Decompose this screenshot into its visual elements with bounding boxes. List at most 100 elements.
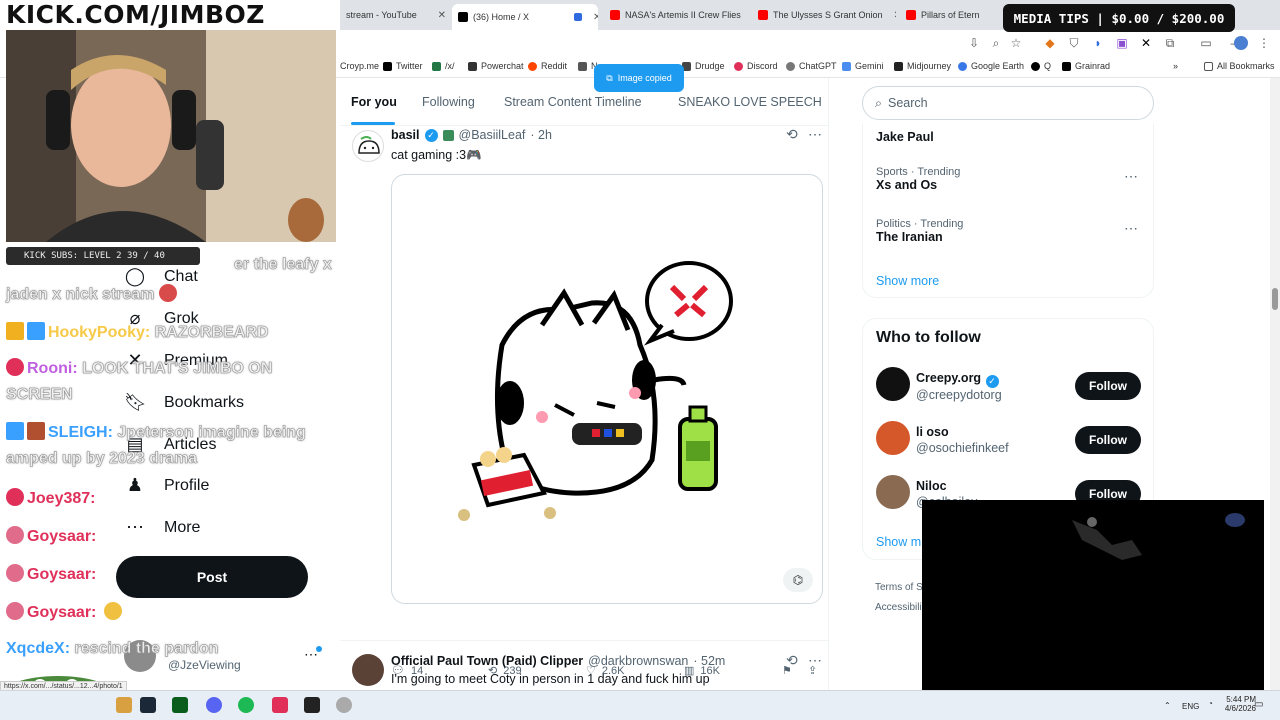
language-indicator[interactable]: ENG xyxy=(1182,702,1199,711)
avatar[interactable] xyxy=(876,421,910,455)
discord-icon[interactable] xyxy=(206,697,222,713)
browser-tab[interactable]: stream - YouTube ✕ xyxy=(340,4,452,26)
metamask-icon[interactable]: ◆ xyxy=(1042,35,1058,51)
bookmark[interactable]: Powerchat xyxy=(468,61,524,71)
grok-icon[interactable]: ⟲ xyxy=(786,126,798,143)
fourchan-icon xyxy=(432,61,441,71)
close-icon[interactable]: ✕ xyxy=(587,12,598,23)
chat-message: er the leafy x xyxy=(234,256,332,274)
notifications-icon[interactable]: ▭ xyxy=(1254,699,1263,710)
spotify-icon[interactable] xyxy=(238,697,254,713)
profile-avatar[interactable] xyxy=(1234,36,1248,50)
nav-profile[interactable]: ♟ Profile xyxy=(124,475,209,496)
author-handle[interactable]: @darkbrownswan xyxy=(588,654,688,668)
terminal-icon[interactable] xyxy=(172,697,188,713)
shield-icon[interactable]: ⛉ xyxy=(1066,35,1082,51)
tweet-time[interactable]: · 52m xyxy=(693,654,725,668)
tweet[interactable]: basil ✓ @BasiilLeaf · 2h ⟲ ⋯ cat gaming … xyxy=(340,126,828,677)
install-icon[interactable]: ⇩ xyxy=(966,35,982,51)
tab-sneako-love-speech[interactable]: SNEAKO LOVE SPEECH xyxy=(678,95,822,109)
more-bookmarks-icon[interactable]: » xyxy=(1173,61,1178,71)
bookmark[interactable]: Twitter xyxy=(383,61,423,71)
avatar[interactable] xyxy=(352,654,384,686)
follow-button[interactable]: Follow xyxy=(1075,426,1141,454)
tab-following[interactable]: Following xyxy=(422,95,475,109)
wifi-icon[interactable]: ◔ xyxy=(1208,699,1213,708)
bookmark[interactable]: Grainrad xyxy=(1062,61,1110,71)
bookmark[interactable]: Q xyxy=(1031,61,1051,71)
accessibility-link[interactable]: Accessibili xyxy=(875,602,922,613)
more-icon[interactable]: ⋯ xyxy=(808,652,822,669)
extension-icon[interactable]: ▣ xyxy=(1114,35,1130,51)
star-icon[interactable]: ☆ xyxy=(1008,35,1024,51)
clock[interactable]: 5:44 PM 4/6/2026 xyxy=(1222,695,1256,713)
nav-more[interactable]: ⋯ More xyxy=(124,517,200,538)
bookmark[interactable]: Reddit xyxy=(528,61,567,71)
avatar[interactable] xyxy=(876,475,910,509)
tweet-time[interactable]: · 2h xyxy=(530,128,552,142)
suggestion-name[interactable]: li oso xyxy=(916,425,949,439)
alt-text-icon[interactable]: ⌬ xyxy=(783,568,813,592)
bookmark[interactable]: Gemini xyxy=(842,61,884,71)
trend-item[interactable]: Sports · Trending Xs and Os xyxy=(876,166,960,192)
browser-tab[interactable]: NASA's Artemis II Crew Flies ✕ xyxy=(604,4,750,26)
profile-icon: ♟ xyxy=(126,475,144,495)
verified-badge-icon: ✓ xyxy=(985,375,999,388)
follow-button[interactable]: Follow xyxy=(1075,372,1141,400)
zoom-icon[interactable]: ⌕ xyxy=(988,35,1004,51)
puzzle-icon[interactable]: ⧉ xyxy=(1162,35,1178,51)
show-more-link[interactable]: Show m xyxy=(876,535,921,549)
trend-more-icon[interactable]: ⋯ xyxy=(1124,220,1139,237)
chat-message: amped up by 2023 drama xyxy=(6,450,198,468)
browser-tab[interactable]: Pillars of Etern xyxy=(900,4,1000,26)
show-more-link[interactable]: Show more xyxy=(876,274,939,288)
author-name[interactable]: Official Paul Town (Paid) Clipper xyxy=(391,654,583,668)
browser-tab-active[interactable]: (36) Home / X ✕ xyxy=(452,4,598,30)
all-bookmarks[interactable]: All Bookmarks xyxy=(1204,61,1275,71)
bookmark[interactable]: Discord xyxy=(734,61,778,71)
steam-icon[interactable] xyxy=(140,697,156,713)
close-icon[interactable]: ✕ xyxy=(432,10,446,21)
bookmark[interactable]: Drudge xyxy=(682,61,725,71)
scrollbar[interactable] xyxy=(1270,78,1280,690)
tab-stream-content-timeline[interactable]: Stream Content Timeline xyxy=(504,95,642,109)
post-button[interactable]: Post xyxy=(116,556,308,598)
tweet[interactable]: Official Paul Town (Paid) Clipper @darkb… xyxy=(340,646,828,690)
more-icon[interactable]: ⋯ xyxy=(808,126,822,143)
media-tips-overlay: MEDIA TIPS | $0.00 / $200.00 xyxy=(1003,4,1235,32)
file-explorer-icon[interactable] xyxy=(116,697,132,713)
terms-link[interactable]: Terms of S xyxy=(875,582,923,593)
tab-for-you[interactable]: For you xyxy=(351,95,397,109)
bookmark[interactable]: Google Earth xyxy=(958,61,1024,71)
trend-item[interactable]: Politics · Trending The Iranian xyxy=(876,218,963,244)
app-icon[interactable] xyxy=(272,697,288,713)
trend-item[interactable]: Jake Paul xyxy=(876,130,934,144)
suggestion-name[interactable]: Niloc xyxy=(916,479,947,493)
sidepanel-icon[interactable]: ▭ xyxy=(1198,35,1214,51)
search-input[interactable]: ⌕ Search xyxy=(862,86,1154,120)
x-extension-icon[interactable]: ✕ xyxy=(1138,35,1154,51)
trend-more-icon[interactable]: ⋯ xyxy=(1124,168,1139,185)
nav-bookmarks[interactable]: 🔖︎ Bookmarks xyxy=(124,392,244,413)
author-name[interactable]: basil xyxy=(391,128,420,142)
browser-tab[interactable]: The Ulysses S Grant Onion ✕ xyxy=(752,4,896,26)
app-icon[interactable] xyxy=(336,697,352,713)
extension-icon[interactable]: ◗ xyxy=(1090,35,1106,51)
avatar[interactable] xyxy=(352,130,384,162)
obs-icon[interactable] xyxy=(304,697,320,713)
bookmark[interactable]: /x/ xyxy=(432,61,455,71)
scrollbar-thumb[interactable] xyxy=(1272,288,1278,310)
author-handle[interactable]: @BasiilLeaf xyxy=(459,128,526,142)
bookmark[interactable]: ChatGPT xyxy=(786,61,837,71)
suggestion-name[interactable]: Creepy.org xyxy=(916,371,981,385)
menu-icon[interactable]: ⋮ xyxy=(1256,35,1272,51)
grok-icon[interactable]: ⟲ xyxy=(786,652,798,669)
bookmark[interactable]: Midjourney xyxy=(894,61,951,71)
tweet-image[interactable]: ⌬ xyxy=(391,174,823,604)
tray-chevron-icon[interactable]: ⌃ xyxy=(1164,701,1171,710)
bookmark[interactable]: Croyp.me xyxy=(340,61,379,71)
close-icon[interactable]: ✕ xyxy=(746,10,750,21)
close-icon[interactable]: ✕ xyxy=(888,10,896,21)
avatar[interactable] xyxy=(876,367,910,401)
news-icon xyxy=(578,61,587,71)
